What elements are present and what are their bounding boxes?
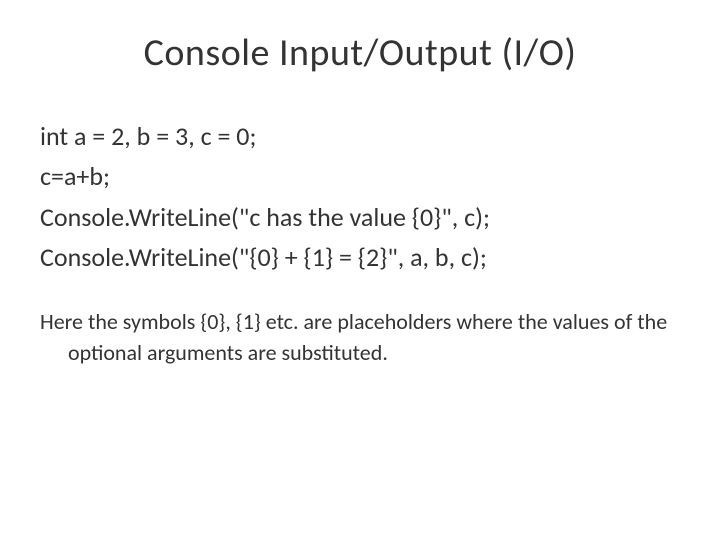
code-line-2: c=a+b; (40, 156, 680, 196)
code-line-1: int a = 2, b = 3, c = 0; (40, 116, 680, 156)
code-line-4: Console.WriteLine("{0} + {1} = {2}", a, … (40, 237, 680, 277)
slide-title: Console Input/Output (I/O) (40, 30, 680, 76)
code-block: int a = 2, b = 3, c = 0; c=a+b; Console.… (40, 116, 680, 277)
explanation-text: Here the symbols {0}, {1} etc. are place… (68, 307, 680, 369)
code-line-3: Console.WriteLine("c has the value {0}",… (40, 197, 680, 237)
